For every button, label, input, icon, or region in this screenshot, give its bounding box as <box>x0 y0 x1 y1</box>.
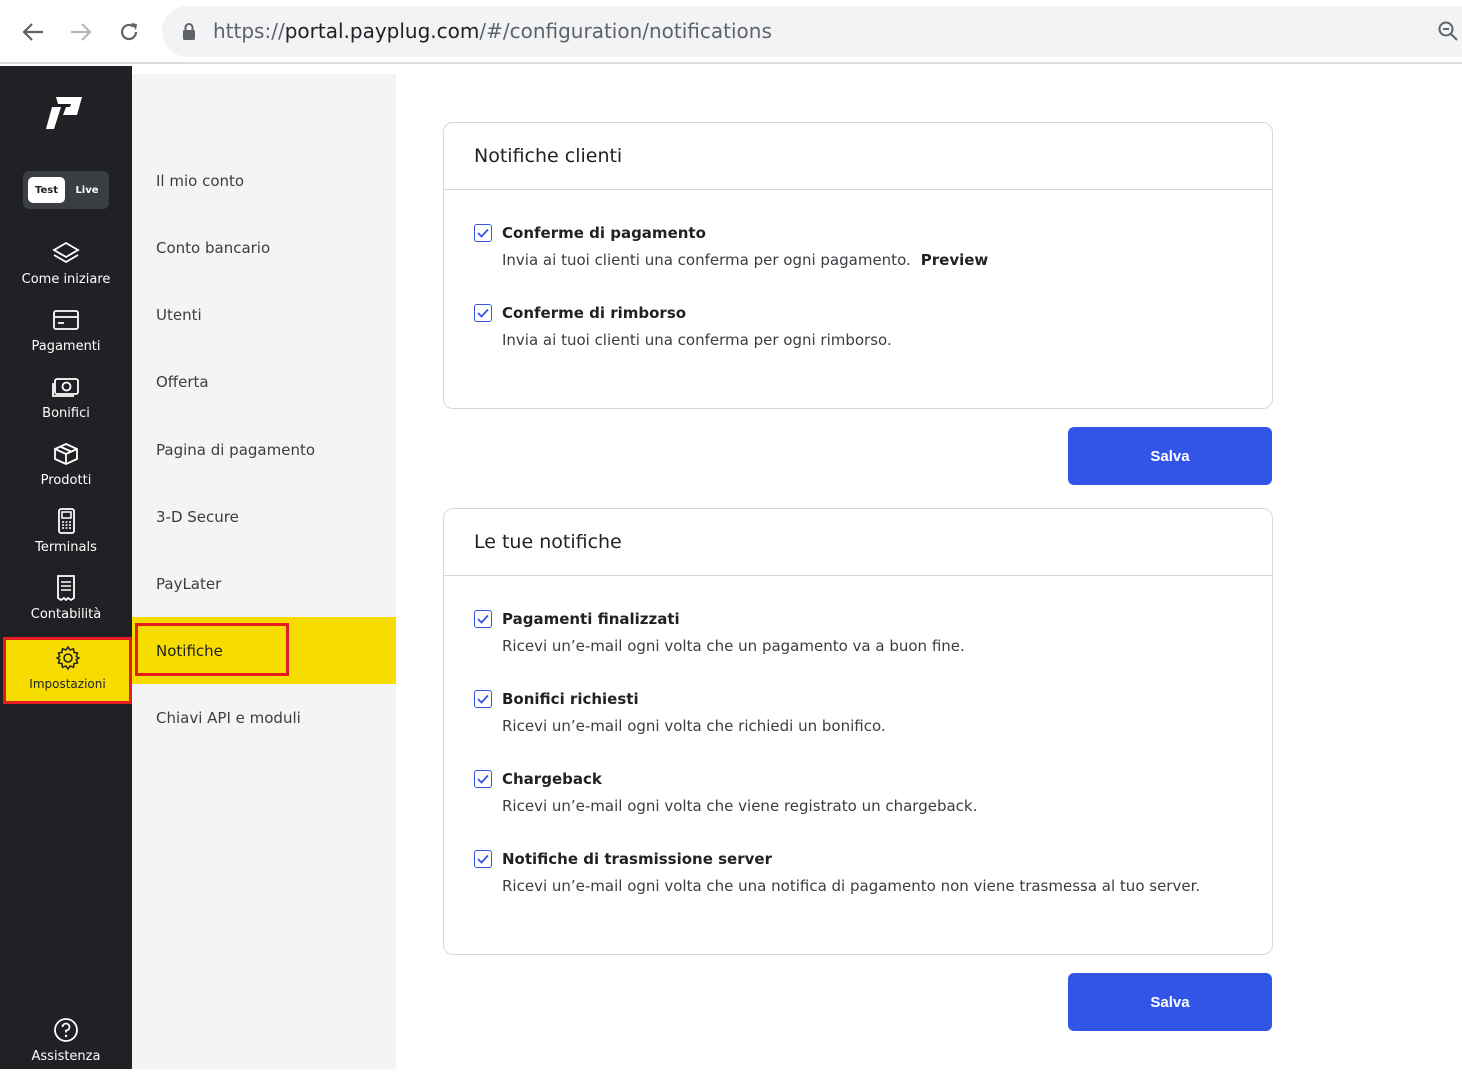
env-live-option[interactable]: Live <box>69 177 105 203</box>
checkbox-pagamenti-finalizzati[interactable] <box>474 610 492 628</box>
option-desc: Ricevi un’e-mail ogni volta che una noti… <box>502 877 1201 895</box>
sidebar-item-assistenza[interactable]: Assistenza <box>0 1016 132 1080</box>
main-sidebar: Test Live Come iniziare Pagamenti Bonifi… <box>0 66 132 1069</box>
gear-icon <box>54 644 81 672</box>
help-icon <box>53 1016 79 1044</box>
subnav-item-paylater[interactable]: PayLater <box>132 550 396 617</box>
subnav-item-label: Notifiche <box>156 641 223 660</box>
option-title: Conferme di pagamento <box>502 224 706 242</box>
option-desc: Ricevi un’e-mail ogni volta che un pagam… <box>502 637 965 655</box>
check-icon <box>477 694 489 704</box>
payplug-logo[interactable] <box>46 96 86 130</box>
sidebar-item-label: Pagamenti <box>31 339 101 354</box>
arrow-left-icon <box>22 23 43 41</box>
subnav-item-offerta[interactable]: Offerta <box>132 348 396 415</box>
check-icon <box>477 308 489 318</box>
sidebar-item-bonifici[interactable]: Bonifici <box>0 373 132 437</box>
url-host: portal.payplug.com <box>284 19 480 43</box>
subnav-item-label: Utenti <box>156 305 202 324</box>
option-desc: Ricevi un’e-mail ogni volta che viene re… <box>502 797 978 815</box>
subnav-item-label: 3-D Secure <box>156 507 239 526</box>
option-desc: Invia ai tuoi clienti una conferma per o… <box>502 331 892 349</box>
back-button[interactable] <box>17 16 49 48</box>
sidebar-item-label: Prodotti <box>40 473 92 488</box>
receipt-icon <box>51 574 81 602</box>
card-title: Le tue notifiche <box>444 509 1272 576</box>
sidebar-item-come-iniziare[interactable]: Come iniziare <box>0 239 132 303</box>
lock-icon <box>183 23 195 40</box>
option-title: Pagamenti finalizzati <box>502 610 680 628</box>
option-desc: Ricevi un’e-mail ogni volta che richiedi… <box>502 717 886 735</box>
url-scheme: https:// <box>213 19 285 43</box>
subnav-item-label: Pagina di pagamento <box>156 440 316 459</box>
subnav-item-notifiche[interactable]: Notifiche <box>132 617 396 684</box>
forward-button[interactable] <box>65 16 97 48</box>
subnav-item-3d-secure[interactable]: 3-D Secure <box>132 483 396 550</box>
check-icon <box>477 614 489 624</box>
checkbox-conferme-rimborso[interactable] <box>474 304 492 322</box>
customer-notifications-card: Notifiche clienti Conferme di pagamento … <box>443 122 1273 409</box>
sidebar-item-label: Impostazioni <box>29 677 106 691</box>
layers-icon <box>51 239 81 267</box>
subnav-item-il-mio-conto[interactable]: Il mio conto <box>132 147 396 214</box>
env-toggle[interactable]: Test Live <box>23 171 109 209</box>
preview-link[interactable]: Preview <box>921 251 989 269</box>
checkbox-trasmissione-server[interactable] <box>474 850 492 868</box>
checkbox-bonifici-richiesti[interactable] <box>474 690 492 708</box>
option-desc-row: Invia ai tuoi clienti una conferma per o… <box>502 251 988 269</box>
box-icon <box>51 440 81 468</box>
card-title: Notifiche clienti <box>444 123 1272 190</box>
subnav-item-label: Offerta <box>156 372 209 391</box>
sidebar-item-label: Assistenza <box>31 1049 101 1064</box>
settings-subnav: Il mio conto Conto bancario Utenti Offer… <box>132 74 396 1069</box>
arrow-right-icon <box>71 23 92 41</box>
subnav-item-label: Conto bancario <box>156 238 271 257</box>
address-bar[interactable]: https://portal.payplug.com/#/configurati… <box>162 6 1462 57</box>
subnav-item-label: Il mio conto <box>156 171 245 190</box>
zoom-icon[interactable] <box>1436 19 1460 43</box>
subnav-item-utenti[interactable]: Utenti <box>132 281 396 348</box>
check-icon <box>477 854 489 864</box>
subnav-item-label: Chiavi API e moduli <box>156 708 301 727</box>
sidebar-item-impostazioni[interactable]: Impostazioni <box>3 637 132 704</box>
checkbox-chargeback[interactable] <box>474 770 492 788</box>
url-path: /#/configuration/notifications <box>479 19 772 43</box>
sidebar-item-pagamenti[interactable]: Pagamenti <box>0 306 132 370</box>
save-button-customer[interactable]: Salva <box>1068 427 1272 485</box>
env-test-option[interactable]: Test <box>28 177 65 203</box>
sidebar-item-label: Bonifici <box>42 406 90 421</box>
checkbox-conferme-pagamento[interactable] <box>474 224 492 242</box>
sidebar-item-label: Terminals <box>35 540 97 555</box>
sidebar-item-label: Come iniziare <box>21 272 111 287</box>
option-title: Notifiche di trasmissione server <box>502 850 772 868</box>
card-icon <box>51 306 81 334</box>
option-title: Conferme di rimborso <box>502 304 687 322</box>
terminal-icon <box>51 507 81 535</box>
reload-button[interactable] <box>113 16 145 48</box>
cash-icon <box>51 373 81 401</box>
check-icon <box>477 228 489 238</box>
subnav-item-label: PayLater <box>156 574 222 593</box>
option-title: Chargeback <box>502 770 602 788</box>
check-icon <box>477 774 489 784</box>
sidebar-item-label: Contabilità <box>30 607 102 622</box>
reload-icon <box>120 23 138 41</box>
sidebar-item-terminals[interactable]: Terminals <box>0 507 132 571</box>
option-title: Bonifici richiesti <box>502 690 639 708</box>
subnav-item-pagina-di-pagamento[interactable]: Pagina di pagamento <box>132 416 396 483</box>
save-button-your[interactable]: Salva <box>1068 973 1272 1031</box>
option-desc: Invia ai tuoi clienti una conferma per o… <box>502 251 911 269</box>
subnav-item-chiavi-api[interactable]: Chiavi API e moduli <box>132 684 396 751</box>
subnav-item-conto-bancario[interactable]: Conto bancario <box>132 214 396 281</box>
your-notifications-card: Le tue notifiche Pagamenti finalizzati R… <box>443 508 1273 955</box>
url-text: https://portal.payplug.com/#/configurati… <box>213 19 772 43</box>
sidebar-item-prodotti[interactable]: Prodotti <box>0 440 132 504</box>
sidebar-item-contabilita[interactable]: Contabilità <box>0 574 132 638</box>
browser-toolbar: https://portal.payplug.com/#/configurati… <box>0 0 1462 64</box>
